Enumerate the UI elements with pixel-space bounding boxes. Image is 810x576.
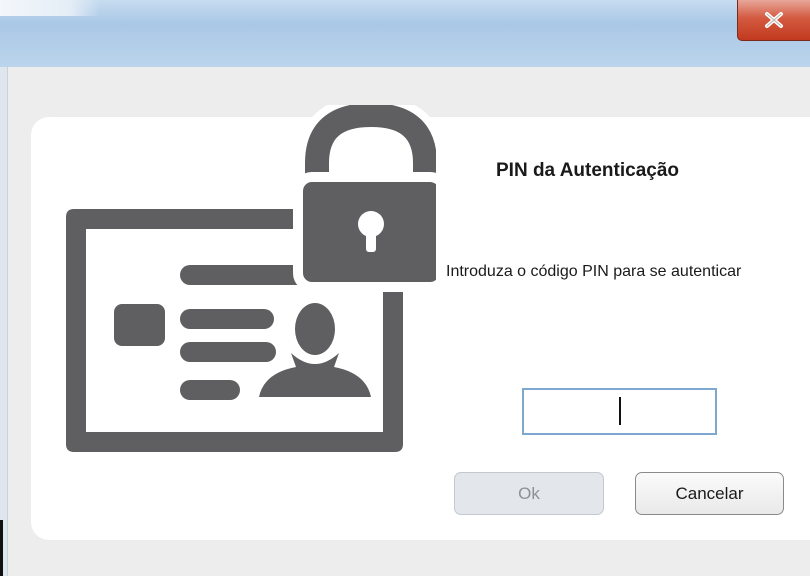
- window-titlebar[interactable]: X: [0, 0, 810, 67]
- dialog-title: PIN da Autenticação: [496, 160, 680, 181]
- pin-prompt-text: Introduza o código PIN para se autentica…: [446, 263, 742, 280]
- window-edge-line: [0, 520, 3, 576]
- id-card-lock-icon: [66, 105, 436, 452]
- window-close-button[interactable]: X: [737, 0, 810, 41]
- titlebar-app-area: [0, 0, 100, 16]
- ok-button[interactable]: Ok: [454, 472, 604, 515]
- cancel-button[interactable]: Cancelar: [635, 472, 784, 515]
- padlock-icon: [293, 105, 436, 292]
- text-caret: [619, 397, 621, 425]
- window-left-border: [0, 67, 8, 576]
- close-icon: X: [765, 12, 783, 28]
- person-silhouette-icon: [259, 303, 371, 397]
